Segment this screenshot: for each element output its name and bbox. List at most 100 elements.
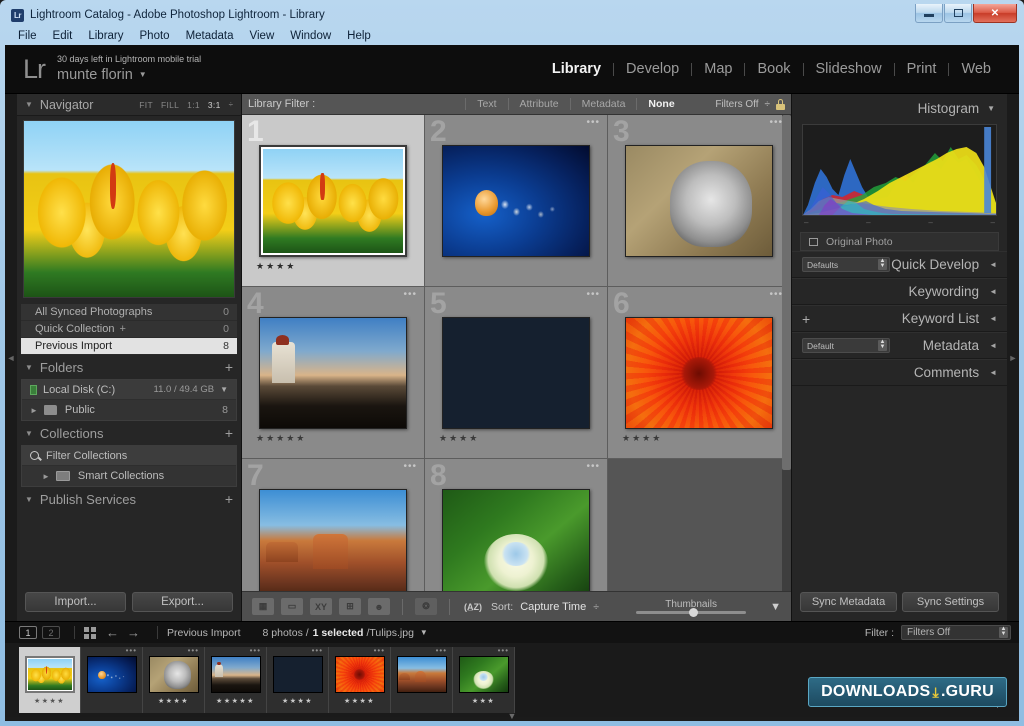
module-map[interactable]: Map <box>692 61 744 77</box>
filmstrip-item-hydrangeas[interactable]: ••• ★★★ <box>453 647 515 713</box>
sort-value[interactable]: Capture Time <box>520 601 586 613</box>
collapse-icon[interactable]: ◄ <box>989 368 997 377</box>
panel-quick-develop[interactable]: Defaults ▲▼ Quick Develop ◄ <box>792 251 1007 278</box>
chevron-down-icon[interactable]: ▼ <box>220 385 228 394</box>
menu-edit[interactable]: Edit <box>46 29 80 43</box>
filter-collections-input[interactable]: Filter Collections <box>22 446 236 466</box>
menu-help[interactable]: Help <box>340 29 378 43</box>
grid-cell-desert[interactable]: 7 ••• <box>242 459 425 591</box>
grid-cell-koala[interactable]: 3 ••• <box>608 115 791 287</box>
zoom-stepper-icon[interactable]: ÷ <box>229 100 233 109</box>
panel-keyword-list[interactable]: + Keyword List ◄ <box>792 305 1007 332</box>
filmstrip-item-penguins[interactable]: ••• ★★★★ <box>267 647 329 713</box>
menu-metadata[interactable]: Metadata <box>179 29 241 43</box>
menu-photo[interactable]: Photo <box>133 29 177 43</box>
add-publish-service-icon[interactable]: + <box>225 491 233 507</box>
slider-knob[interactable] <box>689 608 698 617</box>
lock-icon[interactable] <box>776 99 785 110</box>
back-arrow-icon[interactable]: ← <box>106 625 119 640</box>
user-name[interactable]: munte florin▼ <box>57 66 201 84</box>
catalog-row-all-synced[interactable]: All Synced Photographs 0 <box>21 304 237 321</box>
menu-library[interactable]: Library <box>81 29 130 43</box>
bottom-panel-toggle[interactable]: ▼ <box>508 711 517 721</box>
folder-item-public[interactable]: ► Public 8 <box>22 400 236 420</box>
compare-view-icon[interactable]: XY <box>310 598 332 615</box>
module-print[interactable]: Print <box>895 61 949 77</box>
publish-services-header[interactable]: ▼ Publish Services + <box>17 487 241 511</box>
add-keyword-icon[interactable]: + <box>802 311 810 327</box>
filmstrip-item-koala[interactable]: ••• ★★★★ <box>143 647 205 713</box>
filmstrip-item-jellyfish[interactable]: ••• <box>81 647 143 713</box>
add-folder-icon[interactable]: + <box>225 359 233 375</box>
catalog-row-previous-import[interactable]: Previous Import 8 <box>21 338 237 355</box>
zoom-fit[interactable]: FIT <box>139 100 153 110</box>
collapse-icon[interactable]: ◄ <box>989 314 997 323</box>
quick-develop-preset-select[interactable]: Defaults ▲▼ <box>802 257 890 272</box>
export-button[interactable]: Export... <box>132 592 233 612</box>
zoom-1-1[interactable]: 1:1 <box>187 100 200 110</box>
filmstrip-item-desert[interactable]: ••• <box>391 647 453 713</box>
filmstrip-item-tulips[interactable]: ★★★★ <box>19 647 81 713</box>
stepper-icon[interactable]: ▲▼ <box>878 259 887 270</box>
module-web[interactable]: Web <box>949 61 1003 77</box>
grid-cell-chrysanthemum[interactable]: 6 ••• ★★★★ <box>608 287 791 459</box>
filters-off-label[interactable]: Filters Off <box>715 99 758 110</box>
navigator-preview[interactable] <box>23 120 235 298</box>
filter-select[interactable]: Filters Off ▲▼ <box>901 625 1011 640</box>
az-sort-icon[interactable]: (A̲Z) <box>462 598 484 615</box>
collections-header[interactable]: ▼ Collections + <box>17 421 241 445</box>
histogram-header[interactable]: Histogram ▼ <box>792 94 1007 122</box>
left-panel-toggle[interactable]: ◄ <box>5 94 17 621</box>
original-photo-row[interactable]: Original Photo <box>800 232 999 251</box>
menu-file[interactable]: File <box>11 29 44 43</box>
filmstrip-item-chrysanthemum[interactable]: ••• ★★★★ <box>329 647 391 713</box>
metadata-preset-select[interactable]: Default ▲▼ <box>802 338 890 353</box>
people-view-icon[interactable]: ☻ <box>368 598 390 615</box>
rating-stars[interactable]: ★★★★ <box>622 433 662 444</box>
folders-header[interactable]: ▼ Folders + <box>17 355 241 379</box>
right-panel-toggle[interactable]: ► <box>1007 94 1019 621</box>
grid-cell-lighthouse[interactable]: 4 ••• ★★★★★ <box>242 287 425 459</box>
rating-stars[interactable]: ★★★★ <box>439 433 479 444</box>
survey-view-icon[interactable]: ⊞ <box>339 598 361 615</box>
zoom-3-1[interactable]: 3:1 <box>208 100 221 110</box>
sort-stepper-icon[interactable]: ÷ <box>593 601 599 613</box>
thumbnail-size-slider[interactable]: Thumbnails <box>631 599 751 614</box>
filter-tab-attribute[interactable]: Attribute <box>508 98 570 110</box>
filmstrip-item-lighthouse[interactable]: ••• ★★★★★ <box>205 647 267 713</box>
grid-cell-jellyfish[interactable]: 2 ••• <box>425 115 608 287</box>
sync-metadata-button[interactable]: Sync Metadata <box>800 592 897 612</box>
toolbar-chevron-down-icon[interactable]: ▼ <box>770 601 781 613</box>
catalog-row-quick-collection[interactable]: Quick Collection + 0 <box>21 321 237 338</box>
chevron-down-icon[interactable]: ▼ <box>420 628 428 637</box>
minimize-button[interactable] <box>915 4 943 23</box>
module-slideshow[interactable]: Slideshow <box>804 61 894 77</box>
close-button[interactable]: ✕ <box>973 4 1017 23</box>
grid-icon[interactable] <box>84 627 96 639</box>
filter-tab-text[interactable]: Text <box>465 98 507 110</box>
filter-tab-metadata[interactable]: Metadata <box>570 98 637 110</box>
menu-window[interactable]: Window <box>283 29 338 43</box>
navigator-header[interactable]: ▼ Navigator FIT FILL 1:1 3:1 ÷ <box>17 94 241 116</box>
folder-volume-local-disk[interactable]: Local Disk (C:) 11.0 / 49.4 GB ▼ <box>22 380 236 400</box>
import-button[interactable]: Import... <box>25 592 126 612</box>
expand-icon[interactable]: ► <box>42 472 50 481</box>
filter-tab-none[interactable]: None <box>636 98 685 110</box>
panel-keywording[interactable]: Keywording ◄ <box>792 278 1007 305</box>
spray-can-icon[interactable]: ❂ <box>415 598 437 615</box>
filters-stepper-icon[interactable]: ÷ <box>765 99 771 110</box>
panel-metadata[interactable]: Default ▲▼ Metadata ◄ <box>792 332 1007 359</box>
panel-comments[interactable]: Comments ◄ <box>792 359 1007 386</box>
collapse-icon[interactable]: ◄ <box>989 341 997 350</box>
histogram-chart[interactable] <box>802 124 997 216</box>
grid-scrollbar[interactable] <box>782 115 791 591</box>
grid-view-icon[interactable]: ▦ <box>252 598 274 615</box>
grid-scrollbar-thumb[interactable] <box>782 115 791 470</box>
sync-settings-button[interactable]: Sync Settings <box>902 592 999 612</box>
add-collection-icon[interactable]: + <box>225 425 233 441</box>
forward-arrow-icon[interactable]: → <box>127 625 140 640</box>
rating-stars[interactable]: ★★★★ <box>256 261 296 272</box>
rating-stars[interactable]: ★★★★★ <box>256 433 306 444</box>
loupe-view-icon[interactable]: ▭ <box>281 598 303 615</box>
collection-smart-collections[interactable]: ► Smart Collections <box>22 466 236 486</box>
